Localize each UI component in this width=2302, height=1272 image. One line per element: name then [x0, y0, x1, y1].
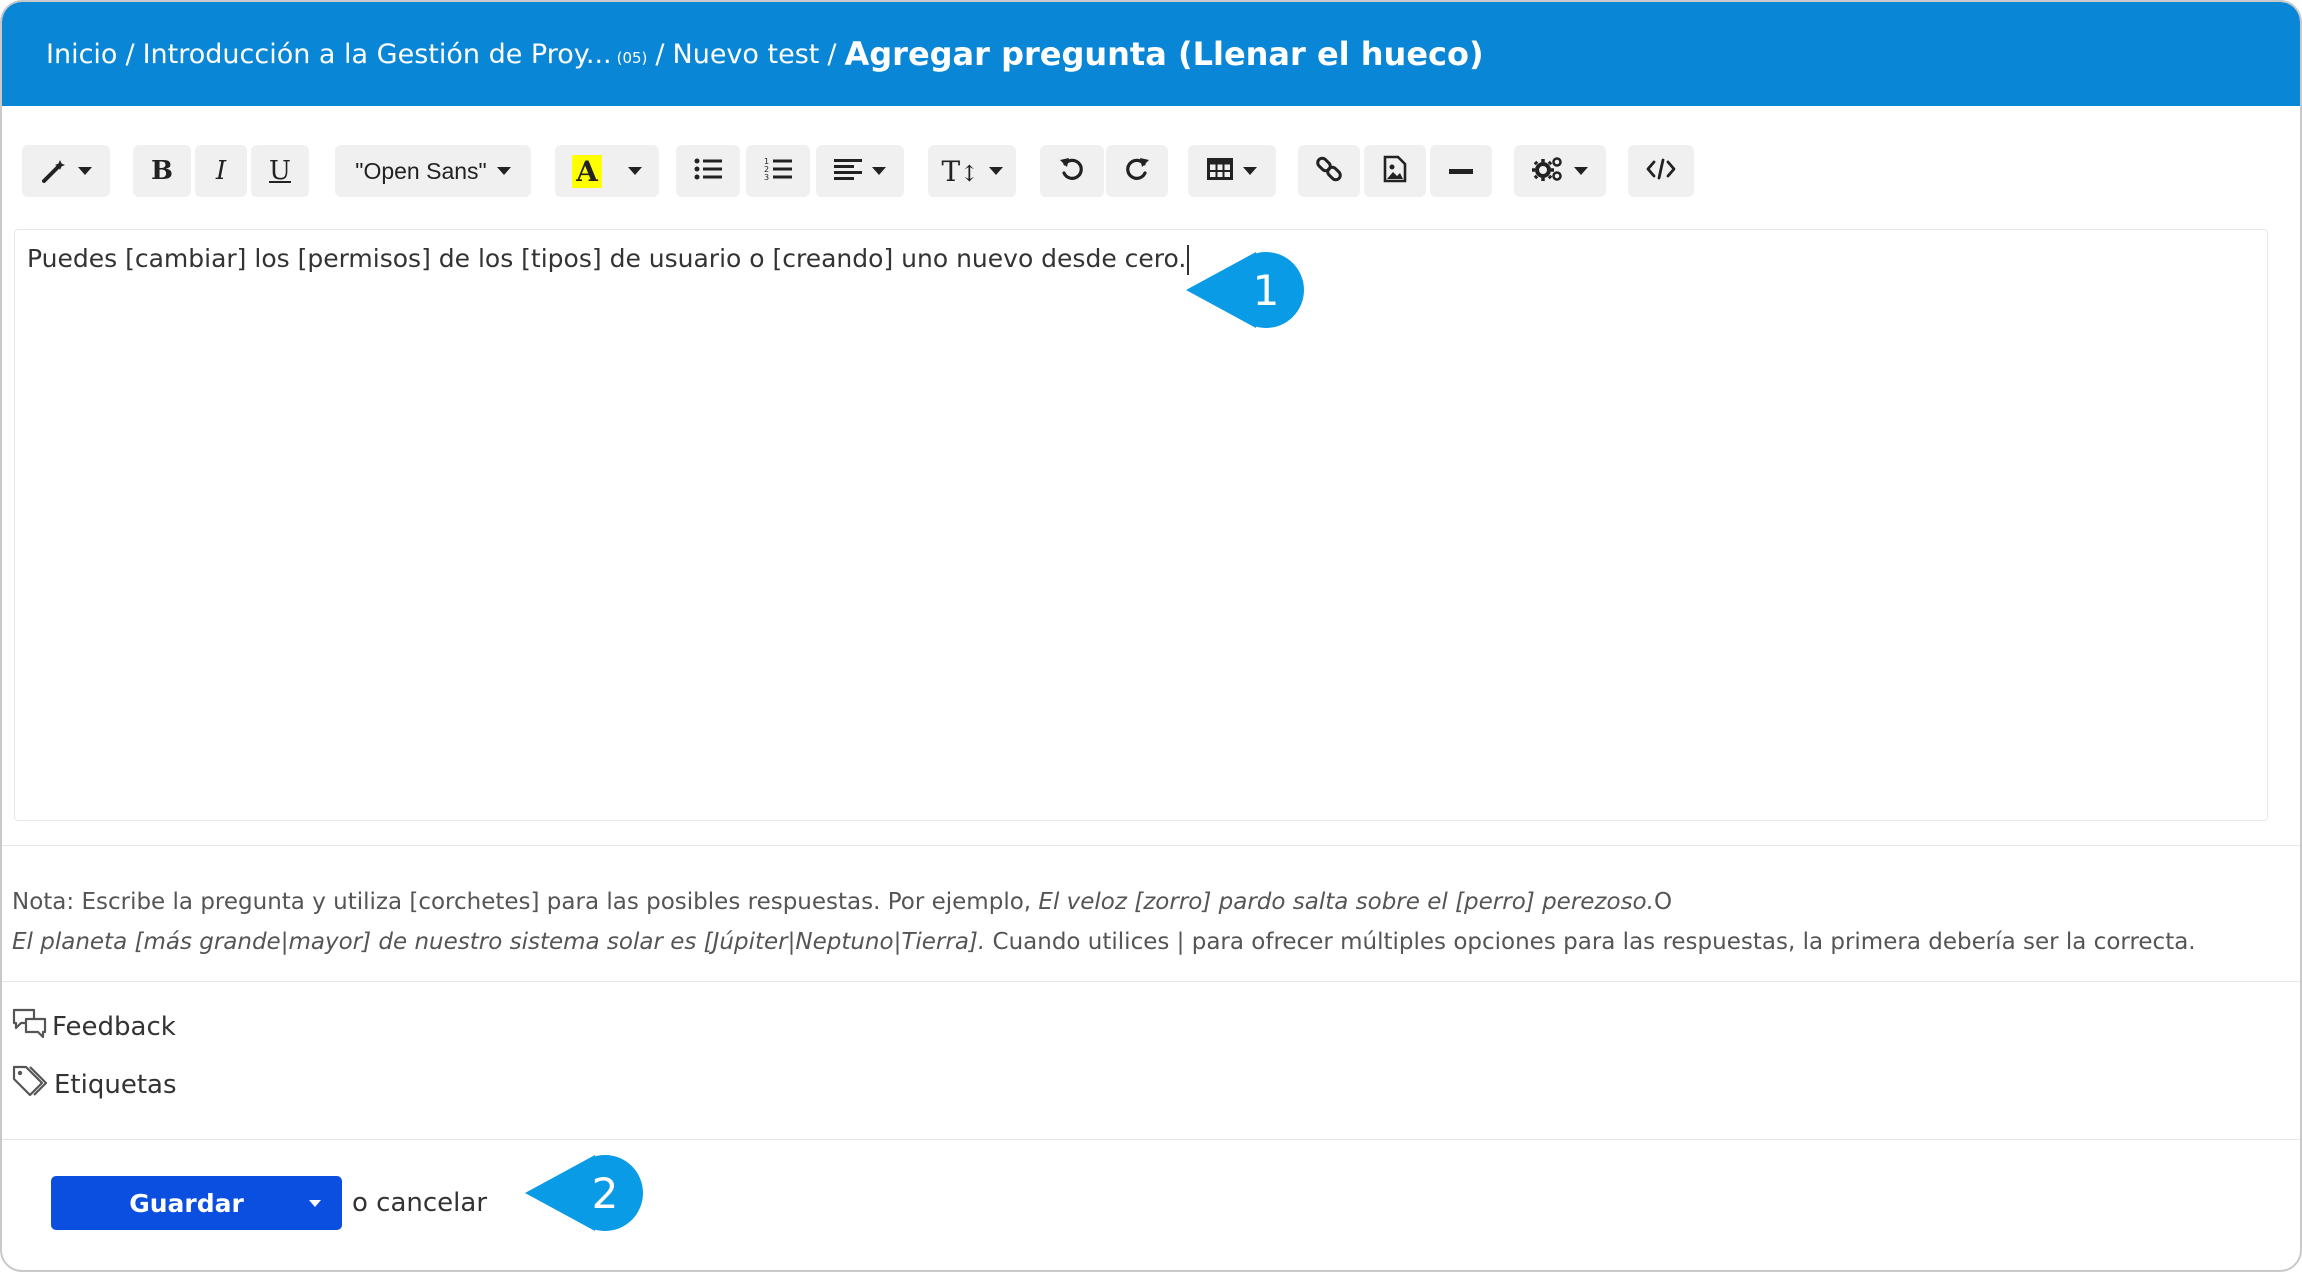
feedback-label: Feedback: [52, 1011, 176, 1042]
save-options-dropdown[interactable]: [288, 1176, 342, 1230]
numbered-list-icon: 123: [764, 156, 792, 186]
horizontal-rule-button[interactable]: [1430, 145, 1492, 197]
note-example-2: El planeta [más grande|mayor] de nuestro…: [12, 929, 986, 955]
bullet-list-icon: [694, 157, 722, 185]
note-or: O: [1653, 889, 1673, 915]
page-title: Agregar pregunta (Llenar el hueco): [844, 35, 1484, 73]
text-size-icon: T↕: [941, 154, 979, 188]
font-family-value: "Open Sans": [355, 157, 487, 184]
code-view-button[interactable]: [1628, 145, 1694, 197]
underline-icon: U: [269, 156, 291, 186]
italic-button[interactable]: I: [195, 145, 247, 197]
highlight-button[interactable]: A: [559, 145, 615, 197]
breadcrumb-test[interactable]: Nuevo test: [673, 39, 820, 70]
app-frame: Inicio / Introducción a la Gestión de Pr…: [0, 0, 2302, 1272]
font-style-group: B I U: [133, 145, 359, 197]
underline-button[interactable]: U: [251, 145, 309, 197]
horizontal-rule-icon: [1449, 162, 1473, 181]
insert-link-button[interactable]: [1298, 145, 1360, 197]
bullet-list-button[interactable]: [676, 145, 740, 197]
table-icon: [1207, 158, 1233, 184]
svg-text:3: 3: [764, 173, 769, 182]
divider: [2, 845, 2300, 846]
header-bar: Inicio / Introducción a la Gestión de Pr…: [2, 2, 2300, 106]
chevron-down-icon: [1243, 167, 1257, 175]
numbered-list-button[interactable]: 123: [746, 145, 810, 197]
callout-number: 1: [1228, 252, 1304, 328]
chevron-down-icon: [872, 167, 886, 175]
bold-button[interactable]: B: [133, 145, 191, 197]
table-dropdown[interactable]: [1188, 145, 1276, 197]
breadcrumb-course-count: (05): [616, 48, 648, 67]
tags-toggle[interactable]: Etiquetas: [12, 1064, 177, 1105]
divider: [2, 981, 2300, 982]
highlight-color-dropdown[interactable]: [615, 145, 655, 197]
highlight-color-group: A: [555, 145, 659, 197]
code-icon: [1646, 158, 1676, 184]
callout-2: 2: [525, 1155, 643, 1231]
note-example-1: El veloz [zorro] pardo salta sobre el [p…: [1038, 889, 1654, 915]
settings-dropdown[interactable]: [1514, 145, 1606, 197]
breadcrumb-separator: /: [827, 38, 837, 70]
editor-content[interactable]: Puedes [cambiar] los [permisos] de los […: [27, 244, 1190, 275]
redo-button[interactable]: [1106, 145, 1168, 197]
chevron-down-icon: [1574, 167, 1588, 175]
save-split-button: Guardar: [51, 1176, 342, 1230]
breadcrumb-home[interactable]: Inicio: [46, 39, 117, 70]
font-family-dropdown[interactable]: "Open Sans": [335, 145, 531, 197]
insert-image-button[interactable]: [1364, 145, 1426, 197]
bold-icon: B: [151, 156, 173, 186]
image-icon: [1383, 155, 1407, 187]
divider: [2, 1139, 2300, 1140]
chevron-down-icon: [309, 1199, 321, 1207]
chat-bubbles-icon: [12, 1007, 52, 1046]
question-text: Puedes [cambiar] los [permisos] de los […: [27, 244, 1187, 273]
tags-label: Etiquetas: [54, 1069, 177, 1100]
gears-icon: [1532, 155, 1564, 187]
chevron-down-icon: [496, 167, 511, 175]
breadcrumb-separator: /: [125, 38, 135, 70]
save-button[interactable]: Guardar: [51, 1189, 288, 1218]
breadcrumb-course-label[interactable]: Introducción a la Gestión de Proy...: [143, 39, 612, 70]
help-note: Nota: Escribe la pregunta y utiliza [cor…: [12, 882, 2282, 962]
text-size-letter: T: [941, 154, 961, 188]
align-left-icon: [834, 158, 862, 184]
note-suffix: Cuando utilices | para ofrecer múltiples…: [985, 929, 2196, 955]
style-dropdown[interactable]: [22, 145, 110, 197]
undo-button[interactable]: [1040, 145, 1104, 197]
question-editor[interactable]: Puedes [cambiar] los [permisos] de los […: [14, 229, 2268, 821]
breadcrumb-course[interactable]: Introducción a la Gestión de Proy... (05): [143, 39, 648, 70]
italic-icon: I: [215, 156, 227, 186]
text-size-dropdown[interactable]: T↕: [928, 145, 1016, 197]
undo-icon: [1059, 156, 1085, 186]
magic-wand-icon: [40, 145, 68, 197]
align-dropdown[interactable]: [816, 145, 904, 197]
chevron-down-icon: [628, 167, 642, 175]
redo-icon: [1124, 156, 1150, 186]
highlight-icon: A: [572, 154, 602, 188]
callout-1: 1: [1186, 252, 1304, 328]
chevron-down-icon: [988, 167, 1003, 175]
cancel-link[interactable]: o cancelar: [352, 1188, 487, 1218]
link-icon: [1315, 155, 1343, 187]
breadcrumb-separator: /: [655, 38, 665, 70]
chevron-down-icon: [78, 167, 92, 175]
feedback-toggle[interactable]: Feedback: [12, 1007, 176, 1046]
note-prefix: Nota: Escribe la pregunta y utiliza [cor…: [12, 889, 1039, 915]
callout-number: 2: [567, 1155, 643, 1231]
tag-icon: [12, 1064, 54, 1105]
